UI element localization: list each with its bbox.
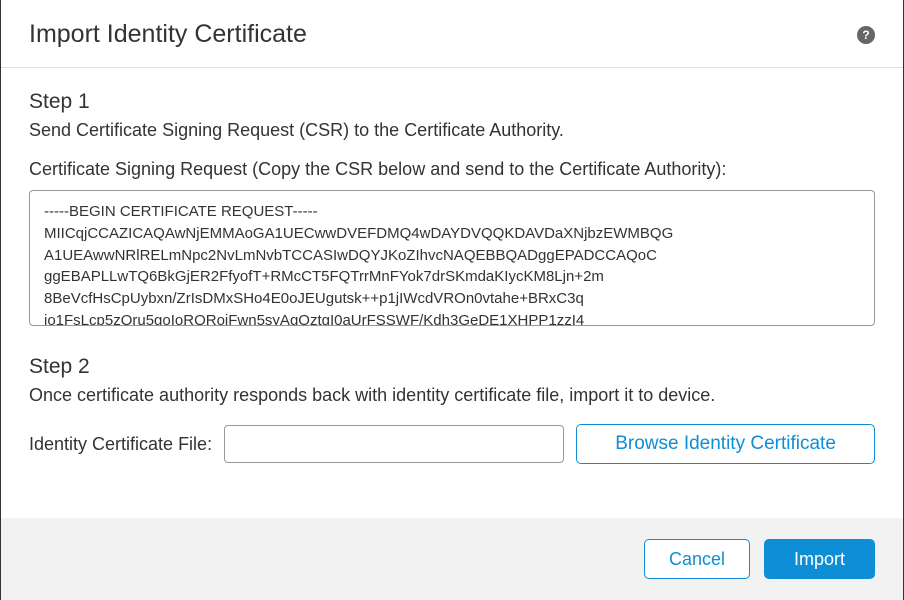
browse-identity-certificate-button[interactable]: Browse Identity Certificate [576, 424, 875, 464]
identity-file-label: Identity Certificate File: [29, 434, 212, 455]
identity-file-row: Identity Certificate File: Browse Identi… [29, 424, 875, 464]
csr-textarea[interactable] [29, 190, 875, 326]
step1-description: Send Certificate Signing Request (CSR) t… [29, 120, 875, 141]
csr-label: Certificate Signing Request (Copy the CS… [29, 159, 875, 180]
import-button[interactable]: Import [764, 539, 875, 579]
help-icon[interactable]: ? [857, 26, 875, 44]
dialog-footer: Cancel Import [1, 518, 903, 600]
identity-file-input[interactable] [224, 425, 564, 463]
dialog-header: Import Identity Certificate ? [1, 0, 903, 68]
dialog-content: Step 1 Send Certificate Signing Request … [1, 68, 903, 494]
step2-title: Step 2 [29, 355, 875, 379]
page-title: Import Identity Certificate [29, 20, 307, 49]
step1-title: Step 1 [29, 90, 875, 114]
cancel-button[interactable]: Cancel [644, 539, 750, 579]
step2-description: Once certificate authority responds back… [29, 385, 875, 406]
